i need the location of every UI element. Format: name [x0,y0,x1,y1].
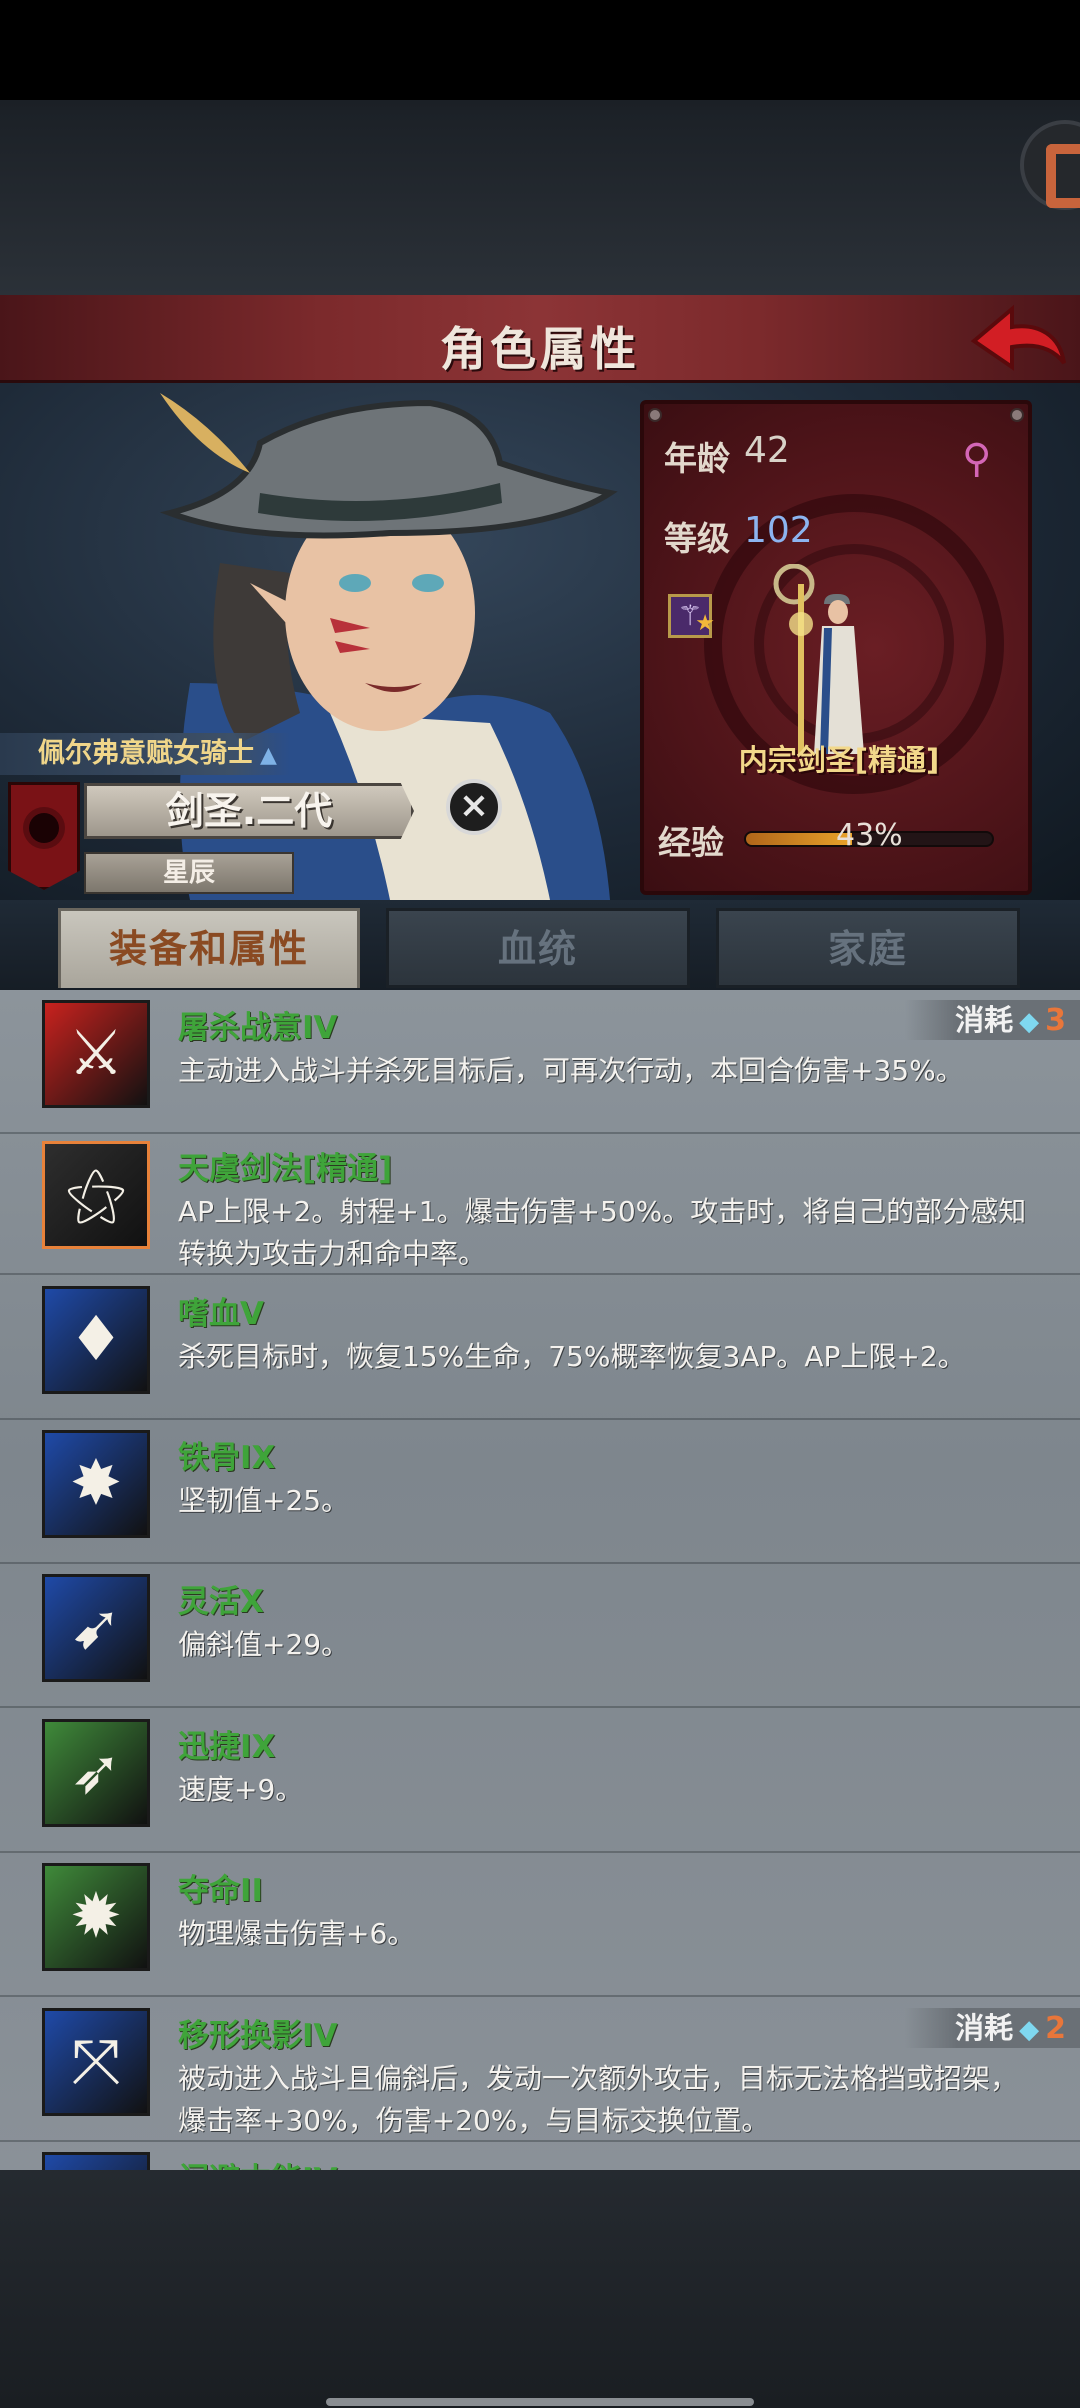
rivet-icon [648,408,662,422]
skill-name: 迅捷IX [178,1728,276,1765]
level-label: 等级 [664,519,730,558]
skill-description: 速度+9。 [178,1772,304,1806]
header-bar: 角色属性 [0,295,1080,383]
age-label: 年龄 [664,439,730,478]
tab-equipment-attributes[interactable]: 装备和属性 [58,908,360,988]
agility-icon[interactable]: ➹ [42,1574,150,1683]
exp-label: 经验 [658,823,724,862]
skill-name: 移形换影IV [178,2017,338,2054]
skill-description: 偏斜值+29。 [178,1628,350,1662]
cost-value: 3 [1045,1003,1066,1038]
skill-name: 嗜血V [178,1295,264,1332]
home-indicator[interactable] [326,2398,754,2406]
family-banner-icon [8,782,80,890]
skill-description: 杀死目标时，恢复15%生命，75%概率恢复3AP。AP上限+2。 [178,1339,966,1373]
skill-cost: 消耗 ◆ 3 [905,1000,1080,1040]
tab-bar: 装备和属性 血统 家庭 [0,900,1080,990]
agility-icon-glyph: ➹ [70,1590,122,1664]
skill-row[interactable]: ⚔ 屠杀战意IV 主动进入战斗并杀死目标后，可再次行动，本回合伤害+35%。 消耗 ◆ 3 [0,990,1080,1134]
skill-row[interactable]: ♦ 嗜血V 杀死目标时，恢复15%生命，75%概率恢复3AP。AP上限+2。 [0,1276,1080,1420]
skill-name: 灵活X [178,1584,264,1621]
skill-row[interactable]: ⚝ 天虞剑法[精通] AP上限+2。射程+1。爆击伤害+50%。攻击时，将自己的部分… [0,1131,1080,1276]
shadow-step-icon-glyph: ⤧ [71,2023,121,2097]
level-value: 102 [744,510,813,551]
skill-description: AP上限+2。射程+1。爆击伤害+50%。攻击时，将自己的部分感知转换为攻击力和… [178,1195,1027,1271]
stats-panel: 年龄 42 ⚲ 等级 102 ⚚ ★ 内宗剑圣[精通] 经验 43% [640,400,1032,895]
bottom-area [0,2170,1080,2408]
skill-description: 物理爆击伤害+6。 [178,1917,416,1951]
swift-icon[interactable]: ➶ [42,1718,150,1827]
dodge-icon-glyph: ◈ [45,2155,147,2170]
skill-name: 夺命II [178,1873,264,1910]
skill-description: 主动进入战斗并杀死目标后，可再次行动，本回合伤害+35%。 [178,1054,964,1087]
skill-row[interactable]: ➹ 灵活X 偏斜值+29。 [0,1564,1080,1709]
sword-art-icon[interactable]: ⚝ [42,1141,150,1250]
skill-row[interactable]: ⤧ 移形换影IV 被动进入战斗且偏斜后，发动一次额外攻击，目标无法格挡或招架，爆击率… [0,1998,1080,2142]
skill-name: 铁骨IX [178,1440,276,1477]
dismiss-icon[interactable]: × [446,779,502,835]
dodge-icon[interactable]: ◈ [42,2152,150,2170]
promote-arrow-icon: ▲ [260,743,277,768]
skill-row[interactable]: ✹ 夺命II 物理爆击伤害+6。 [0,1853,1080,1998]
skill-name: 天虞剑法[精通] [178,1151,393,1188]
class-figure [773,564,864,754]
status-bar [0,0,1080,100]
iron-bone-icon[interactable]: ✸ [42,1430,150,1539]
top-band [0,100,1080,295]
tab-bloodline[interactable]: 血统 [386,908,690,988]
diamond-icon: ◆ [1019,2014,1040,2045]
skill-cost: 消耗 ◆ 2 [905,2007,1080,2048]
iron-bone-icon-glyph: ✸ [70,1446,122,1520]
skill-description: 被动进入战斗且偏斜后，发动一次额外攻击，目标无法格挡或招架，爆击率+30%，伤害… [178,2061,1019,2137]
skill-row[interactable]: ✸ 铁骨IX 坚韧值+25。 [0,1420,1080,1565]
deadly-icon-glyph: ✹ [70,1879,122,1953]
character-name[interactable]: 剑圣.二代 [84,783,414,839]
swift-icon-glyph: ➶ [70,1734,122,1808]
page-title: 角色属性 [440,322,640,376]
deadly-icon[interactable]: ✹ [42,1863,150,1972]
class-name: 内宗剑圣[精通] [738,743,940,777]
bloodthirst-icon[interactable]: ♦ [42,1285,150,1394]
diamond-icon: ◆ [1019,1007,1040,1037]
skill-row[interactable]: ◈ 闪避本能IV [0,2142,1080,2170]
sword-art-icon-glyph: ⚝ [65,1157,127,1231]
tab-family[interactable]: 家庭 [716,908,1020,988]
bloodthirst-icon-glyph: ♦ [68,1301,124,1375]
star-icon: ★ [695,611,715,636]
rivet-icon [1010,408,1024,422]
cost-label: 消耗 [955,2010,1014,2045]
class-skill-icon[interactable]: ⚚ ★ [668,594,715,638]
skill-list[interactable]: ⚔ 屠杀战意IV 主动进入战斗并杀死目标后，可再次行动，本回合伤害+35%。 消耗 ◆ 3… [0,990,1080,2170]
female-icon: ⚲ [962,436,992,482]
slaughter-icon-glyph: ⚔ [68,1016,124,1089]
age-value: 42 [744,430,790,471]
exp-percent: 43% [836,818,903,853]
skill-name: 闪避本能IV [178,2154,338,2170]
cost-value: 2 [1045,2010,1066,2046]
skill-description: 坚韧值+25。 [178,1484,350,1518]
shadow-step-icon[interactable]: ⤧ [42,2007,150,2116]
character-title-tag: 佩尔弗意赋女骑士 ▲ [0,733,290,775]
character-title-text: 佩尔弗意赋女骑士 [38,738,254,769]
slaughter-icon[interactable]: ⚔ [42,1000,150,1108]
character-subtitle: 星辰 [84,852,294,894]
skill-row[interactable]: ➶ 迅捷IX 速度+9。 [0,1709,1080,1853]
back-arrow-icon[interactable] [968,301,1068,379]
skill-name: 屠杀战意IV [178,1010,338,1046]
cost-label: 消耗 [955,1003,1014,1037]
